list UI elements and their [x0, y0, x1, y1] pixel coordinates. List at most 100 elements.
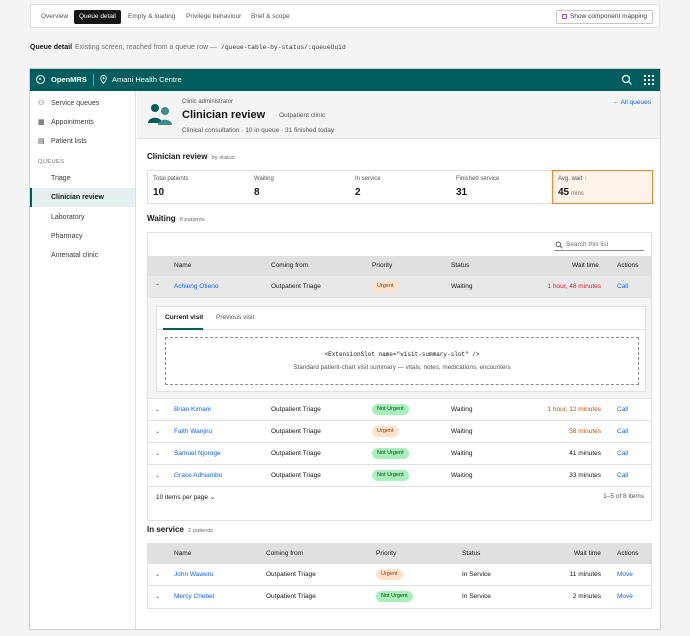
waiting-search-input[interactable]: Search this list — [554, 239, 644, 251]
tab-previous-visit[interactable]: Previous visit — [216, 314, 254, 321]
col-coming-from[interactable]: Coming from — [271, 256, 308, 276]
col-status[interactable]: Status — [451, 256, 469, 276]
tab-empty-loading[interactable]: Empty & loading — [123, 10, 180, 24]
chevron-down-icon[interactable]: ⌄ — [155, 586, 160, 608]
col-priority[interactable]: Priority — [376, 544, 396, 564]
tab-privilege-behaviour[interactable]: Privilege behaviour — [181, 10, 246, 24]
user-role: Clinic administrator — [182, 99, 234, 105]
pagination: 10 items per page ⌄ 1–5 of 8 items — [148, 487, 651, 507]
screen-label-route: /queue-table-by-status/:queueUuid — [221, 44, 346, 51]
col-priority[interactable]: Priority — [372, 256, 392, 276]
tab-current-visit[interactable]: Current visit — [165, 314, 203, 321]
priority-tag: Not Urgent — [372, 404, 409, 415]
nav-patient-lists[interactable]: ▤ Patient lists — [30, 132, 135, 151]
chevron-down-icon[interactable]: ⌄ — [155, 399, 160, 421]
screen-label: Queue detail Existing screen, reached fro… — [30, 44, 346, 51]
chevron-down-icon[interactable]: ⌄ — [155, 421, 160, 443]
coming-from: Outpatient Triage — [271, 450, 321, 457]
coming-from: Outpatient Triage — [271, 428, 321, 435]
patient-name-link[interactable]: Grace Adhiambo — [174, 465, 222, 487]
priority-tag: Not Urgent — [376, 591, 413, 602]
col-actions: Actions — [617, 550, 639, 557]
wait-time: 33 minutes — [569, 472, 601, 479]
trend-up-icon: ↑ — [584, 176, 588, 182]
items-per-page-select[interactable]: 10 items per page ⌄ — [156, 493, 215, 501]
wait-time: 2 minutes — [572, 593, 601, 600]
patient-name-link[interactable]: Mercy Chebet — [174, 586, 214, 608]
metric-waiting: Waiting 8 — [254, 176, 274, 198]
table-row[interactable]: ⌃ Achieng Otieno Outpatient Triage Urgen… — [148, 276, 651, 298]
col-wait-time[interactable]: Wait time — [572, 256, 599, 276]
app-switcher-icon[interactable] — [644, 75, 654, 85]
all-queues-link[interactable]: ← All queues — [613, 99, 651, 106]
priority-tag: Urgent — [376, 569, 403, 580]
tab-queue-detail[interactable]: Queue detail — [74, 10, 121, 24]
status-metrics: Total patients 10 Waiting 8 In service 2 Fi… — [147, 170, 653, 204]
col-wait-time[interactable]: Wait time — [574, 544, 601, 564]
brand-name: OpenMRS — [51, 75, 87, 84]
calendar-icon: ▦ — [38, 119, 45, 126]
status-text: In Service — [462, 593, 491, 600]
table-row[interactable]: ⌄ Faith Wanjiru Outpatient Triage Urgent… — [148, 421, 651, 443]
priority-tag: Urgent — [372, 426, 399, 437]
nav-appointments[interactable]: ▦ Appointments — [30, 113, 135, 132]
call-button[interactable]: Call — [617, 399, 628, 421]
coming-from: Outpatient Triage — [266, 593, 316, 600]
visit-summary-card: Current visit Previous visit <ExtensionS… — [156, 306, 646, 392]
header-search-icon[interactable] — [621, 74, 633, 86]
queue-item-laboratory[interactable]: Laboratory — [30, 208, 135, 227]
waiting-table: Search this list Name Coming from Priori… — [147, 232, 652, 521]
col-name[interactable]: Name — [174, 544, 191, 564]
col-coming-from[interactable]: Coming from — [266, 544, 303, 564]
patient-name-link[interactable]: John Waweru — [174, 564, 214, 586]
page-title: Clinician review — [182, 109, 266, 121]
chevron-down-icon[interactable]: ⌄ — [155, 465, 160, 487]
patient-name-link[interactable]: Samuel Njoroge — [174, 443, 221, 465]
patient-name-link[interactable]: Achieng Otieno — [174, 276, 218, 298]
queue-item-triage[interactable]: Triage — [30, 169, 135, 188]
expanded-row-panel: Current visit Previous visit <ExtensionS… — [148, 298, 651, 399]
coming-from: Outpatient Triage — [266, 571, 316, 578]
queue-banner: Clinic administrator Clinician review · … — [137, 91, 660, 139]
in-service-section-title: In service 2 patients — [147, 525, 214, 534]
move-button[interactable]: Move — [617, 564, 633, 586]
tab-overview[interactable]: Overview — [36, 10, 73, 24]
call-button[interactable]: Call — [617, 276, 628, 298]
status-text: Waiting — [451, 450, 473, 457]
col-status[interactable]: Status — [462, 544, 480, 564]
call-button[interactable]: Call — [617, 421, 628, 443]
table-row[interactable]: ⌄ Mercy Chebet Outpatient Triage Not Urg… — [148, 586, 651, 608]
openmrs-logo-icon — [36, 75, 45, 84]
chevron-down-icon[interactable]: ⌄ — [155, 443, 160, 465]
left-nav: ⚇ Service queues ▦ Appointments ▤ Patient l… — [30, 91, 136, 629]
tab-brief-scope[interactable]: Brief & scope — [246, 10, 295, 24]
priority-tag: Not Urgent — [372, 470, 409, 481]
tab-divider — [157, 329, 645, 330]
location-name[interactable]: Amani Health Centre — [112, 75, 182, 84]
col-name[interactable]: Name — [174, 256, 191, 276]
nav-service-queues[interactable]: ⚇ Service queues — [30, 94, 135, 113]
waiting-table-header: Name Coming from Priority Status Wait ti… — [148, 256, 651, 276]
table-row[interactable]: ⌄ John Waweru Outpatient Triage Urgent I… — [148, 564, 651, 586]
status-text: Waiting — [451, 283, 473, 290]
table-row[interactable]: ⌄ Samuel Njoroge Outpatient Triage Not U… — [148, 443, 651, 465]
wait-time: 1 hour, 48 minutes — [547, 283, 601, 290]
move-button[interactable]: Move — [617, 586, 633, 608]
header-divider — [93, 74, 94, 86]
chevron-up-icon[interactable]: ⌃ — [155, 276, 160, 298]
patient-name-link[interactable]: Brian Kimani — [174, 399, 211, 421]
queue-item-clinician-review[interactable]: Clinician review — [30, 188, 135, 207]
table-row[interactable]: ⌄ Grace Adhiambo Outpatient Triage Not U… — [148, 465, 651, 487]
patient-name-link[interactable]: Faith Wanjiru — [174, 421, 212, 443]
chevron-down-icon[interactable]: ⌄ — [155, 564, 160, 586]
queue-item-antenatal-clinic[interactable]: Antenatal clinic — [30, 246, 135, 265]
page-subtitle: · Outpatient clinic — [275, 112, 326, 119]
extension-slot-placeholder: <ExtensionSlot name="visit-summary-slot"… — [165, 337, 639, 385]
extension-slot-desc: Standard patient-chart visit summary — v… — [293, 364, 511, 371]
call-button[interactable]: Call — [617, 465, 628, 487]
table-row[interactable]: ⌄ Brian Kimani Outpatient Triage Not Urg… — [148, 399, 651, 421]
location-pin-icon — [100, 75, 107, 84]
call-button[interactable]: Call — [617, 443, 628, 465]
queue-item-pharmacy[interactable]: Pharmacy — [30, 227, 135, 246]
show-component-mapping-button[interactable]: Show component mapping — [556, 10, 653, 24]
